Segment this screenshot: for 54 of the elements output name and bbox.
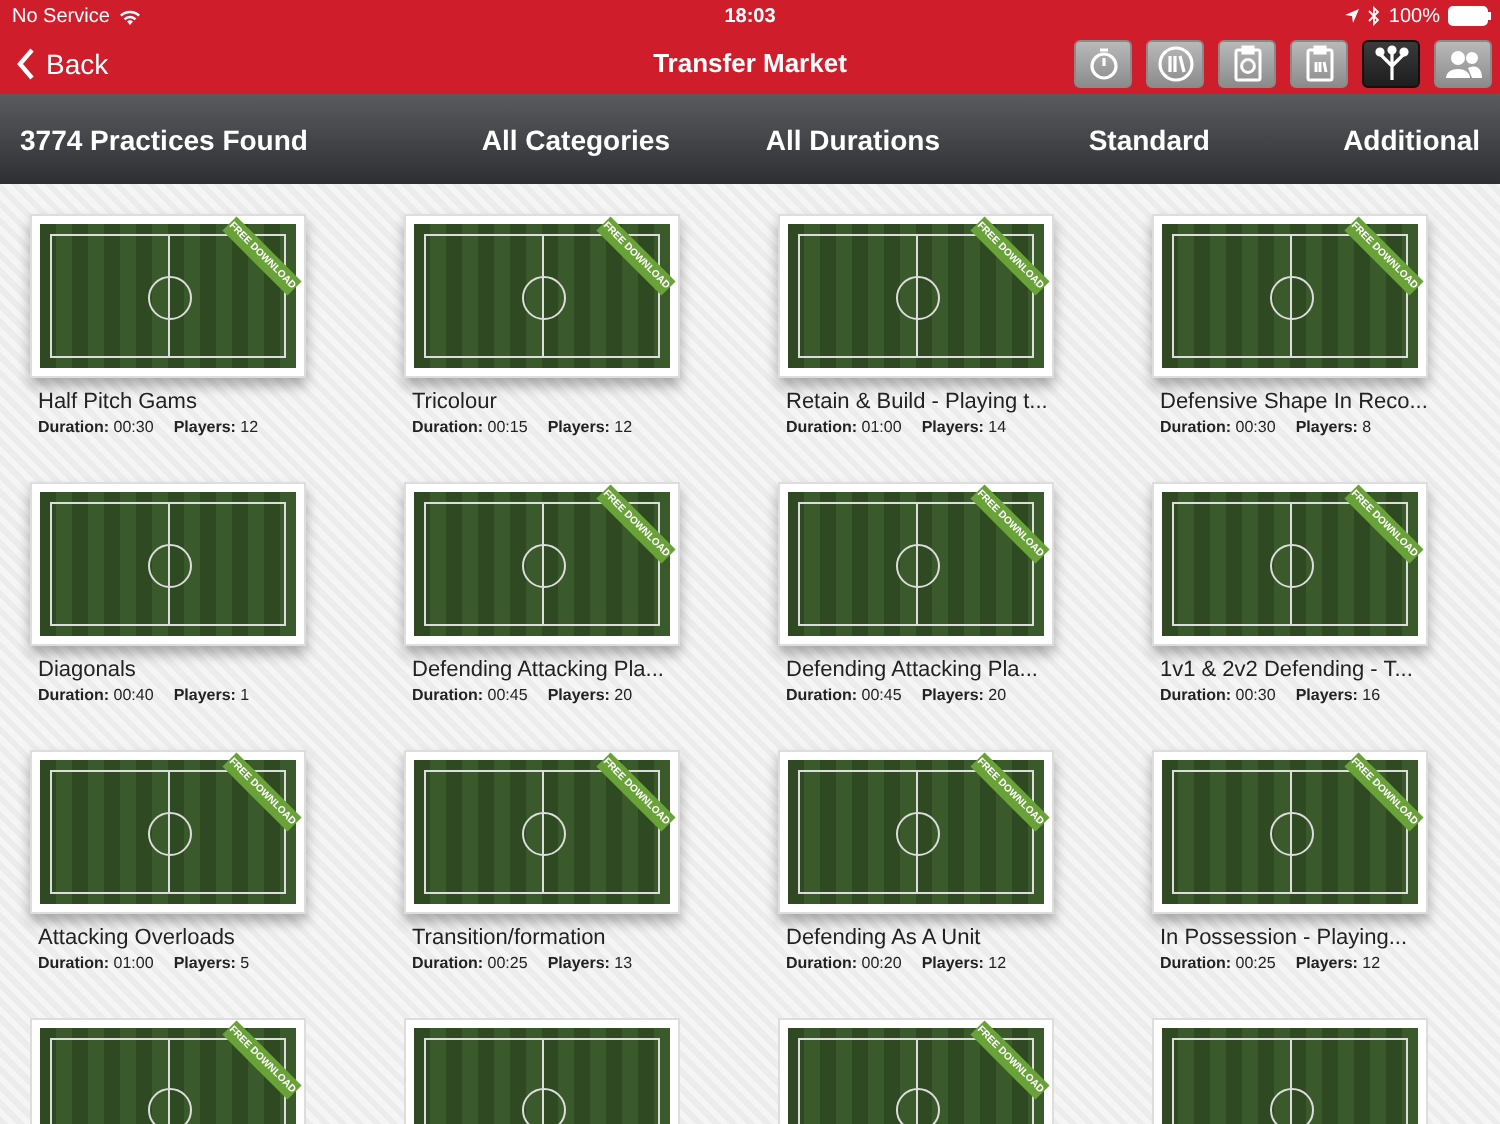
duration-text: Duration: 00:30 xyxy=(1160,418,1276,436)
practice-title: Defending Attacking Pla... xyxy=(786,658,1040,682)
filter-button[interactable]: All Durations xyxy=(670,123,940,155)
practice-title: Transition/formation xyxy=(412,926,608,950)
practice-title: Half Pitch Gams xyxy=(38,390,199,414)
duration-text: Duration: 00:45 xyxy=(786,686,902,704)
duration-text: Duration: 00:45 xyxy=(412,686,528,704)
players-text: Players: 14 xyxy=(921,418,1007,436)
toolbar-button[interactable] xyxy=(1362,39,1420,87)
books-icon xyxy=(1155,43,1195,83)
location-icon xyxy=(1344,8,1361,24)
players-text: Players: 13 xyxy=(547,954,633,972)
tree-icon xyxy=(1371,43,1411,83)
practice-title: 1v1 & 2v2 Defending - T... xyxy=(1160,658,1415,682)
practice-title: In Possession - Playing... xyxy=(1160,926,1410,950)
wifi-icon xyxy=(117,7,142,25)
clock-text: 18:03 xyxy=(724,5,776,27)
players-text: Players: 20 xyxy=(921,686,1007,704)
duration-text: Duration: 01:00 xyxy=(38,954,154,972)
bluetooth-icon xyxy=(1368,6,1381,26)
duration-text: Duration: 00:20 xyxy=(786,954,902,972)
chevron-icon xyxy=(16,47,36,79)
battery-icon xyxy=(1448,6,1492,26)
results-count: 3774 Practices Found xyxy=(20,123,310,155)
practice-title: Retain & Build - Playing t... xyxy=(786,390,1050,414)
practice-title: Diagonals xyxy=(38,658,138,682)
practice-title: Attacking Overloads xyxy=(38,926,237,950)
duration-text: Duration: 01:00 xyxy=(786,418,902,436)
filter-button[interactable]: Additional xyxy=(1210,123,1480,155)
players-text: Players: 12 xyxy=(547,418,633,436)
practice-title: Defending As A Unit xyxy=(786,926,983,950)
back-button[interactable]: Back xyxy=(16,47,109,79)
duration-text: Duration: 00:40 xyxy=(38,686,154,704)
duration-text: Duration: 00:15 xyxy=(412,418,528,436)
players-text: Players: 5 xyxy=(173,954,250,972)
practice-title: Defensive Shape In Reco... xyxy=(1160,390,1430,414)
players-text: Players: 20 xyxy=(547,686,633,704)
filter-button[interactable]: Standard xyxy=(940,123,1210,155)
duration-text: Duration: 00:30 xyxy=(38,418,154,436)
practice-title: Tricolour xyxy=(412,390,499,414)
carrier-text: No Service xyxy=(12,5,110,27)
duration-text: Duration: 00:30 xyxy=(1160,686,1276,704)
players-text: Players: 1 xyxy=(173,686,250,704)
duration-text: Duration: 00:25 xyxy=(412,954,528,972)
filter-button[interactable]: All Categories xyxy=(400,123,670,155)
practice-title: Defending Attacking Pla... xyxy=(412,658,666,682)
players-text: Players: 12 xyxy=(173,418,259,436)
screen-title: Transfer Market xyxy=(653,48,847,78)
players-text: Players: 16 xyxy=(1295,686,1381,704)
players-text: Players: 12 xyxy=(921,954,1007,972)
players-text: Players: 12 xyxy=(1295,954,1381,972)
players-text: Players: 8 xyxy=(1295,418,1372,436)
duration-text: Duration: 00:25 xyxy=(1160,954,1276,972)
battery-text: 100% xyxy=(1388,5,1440,27)
